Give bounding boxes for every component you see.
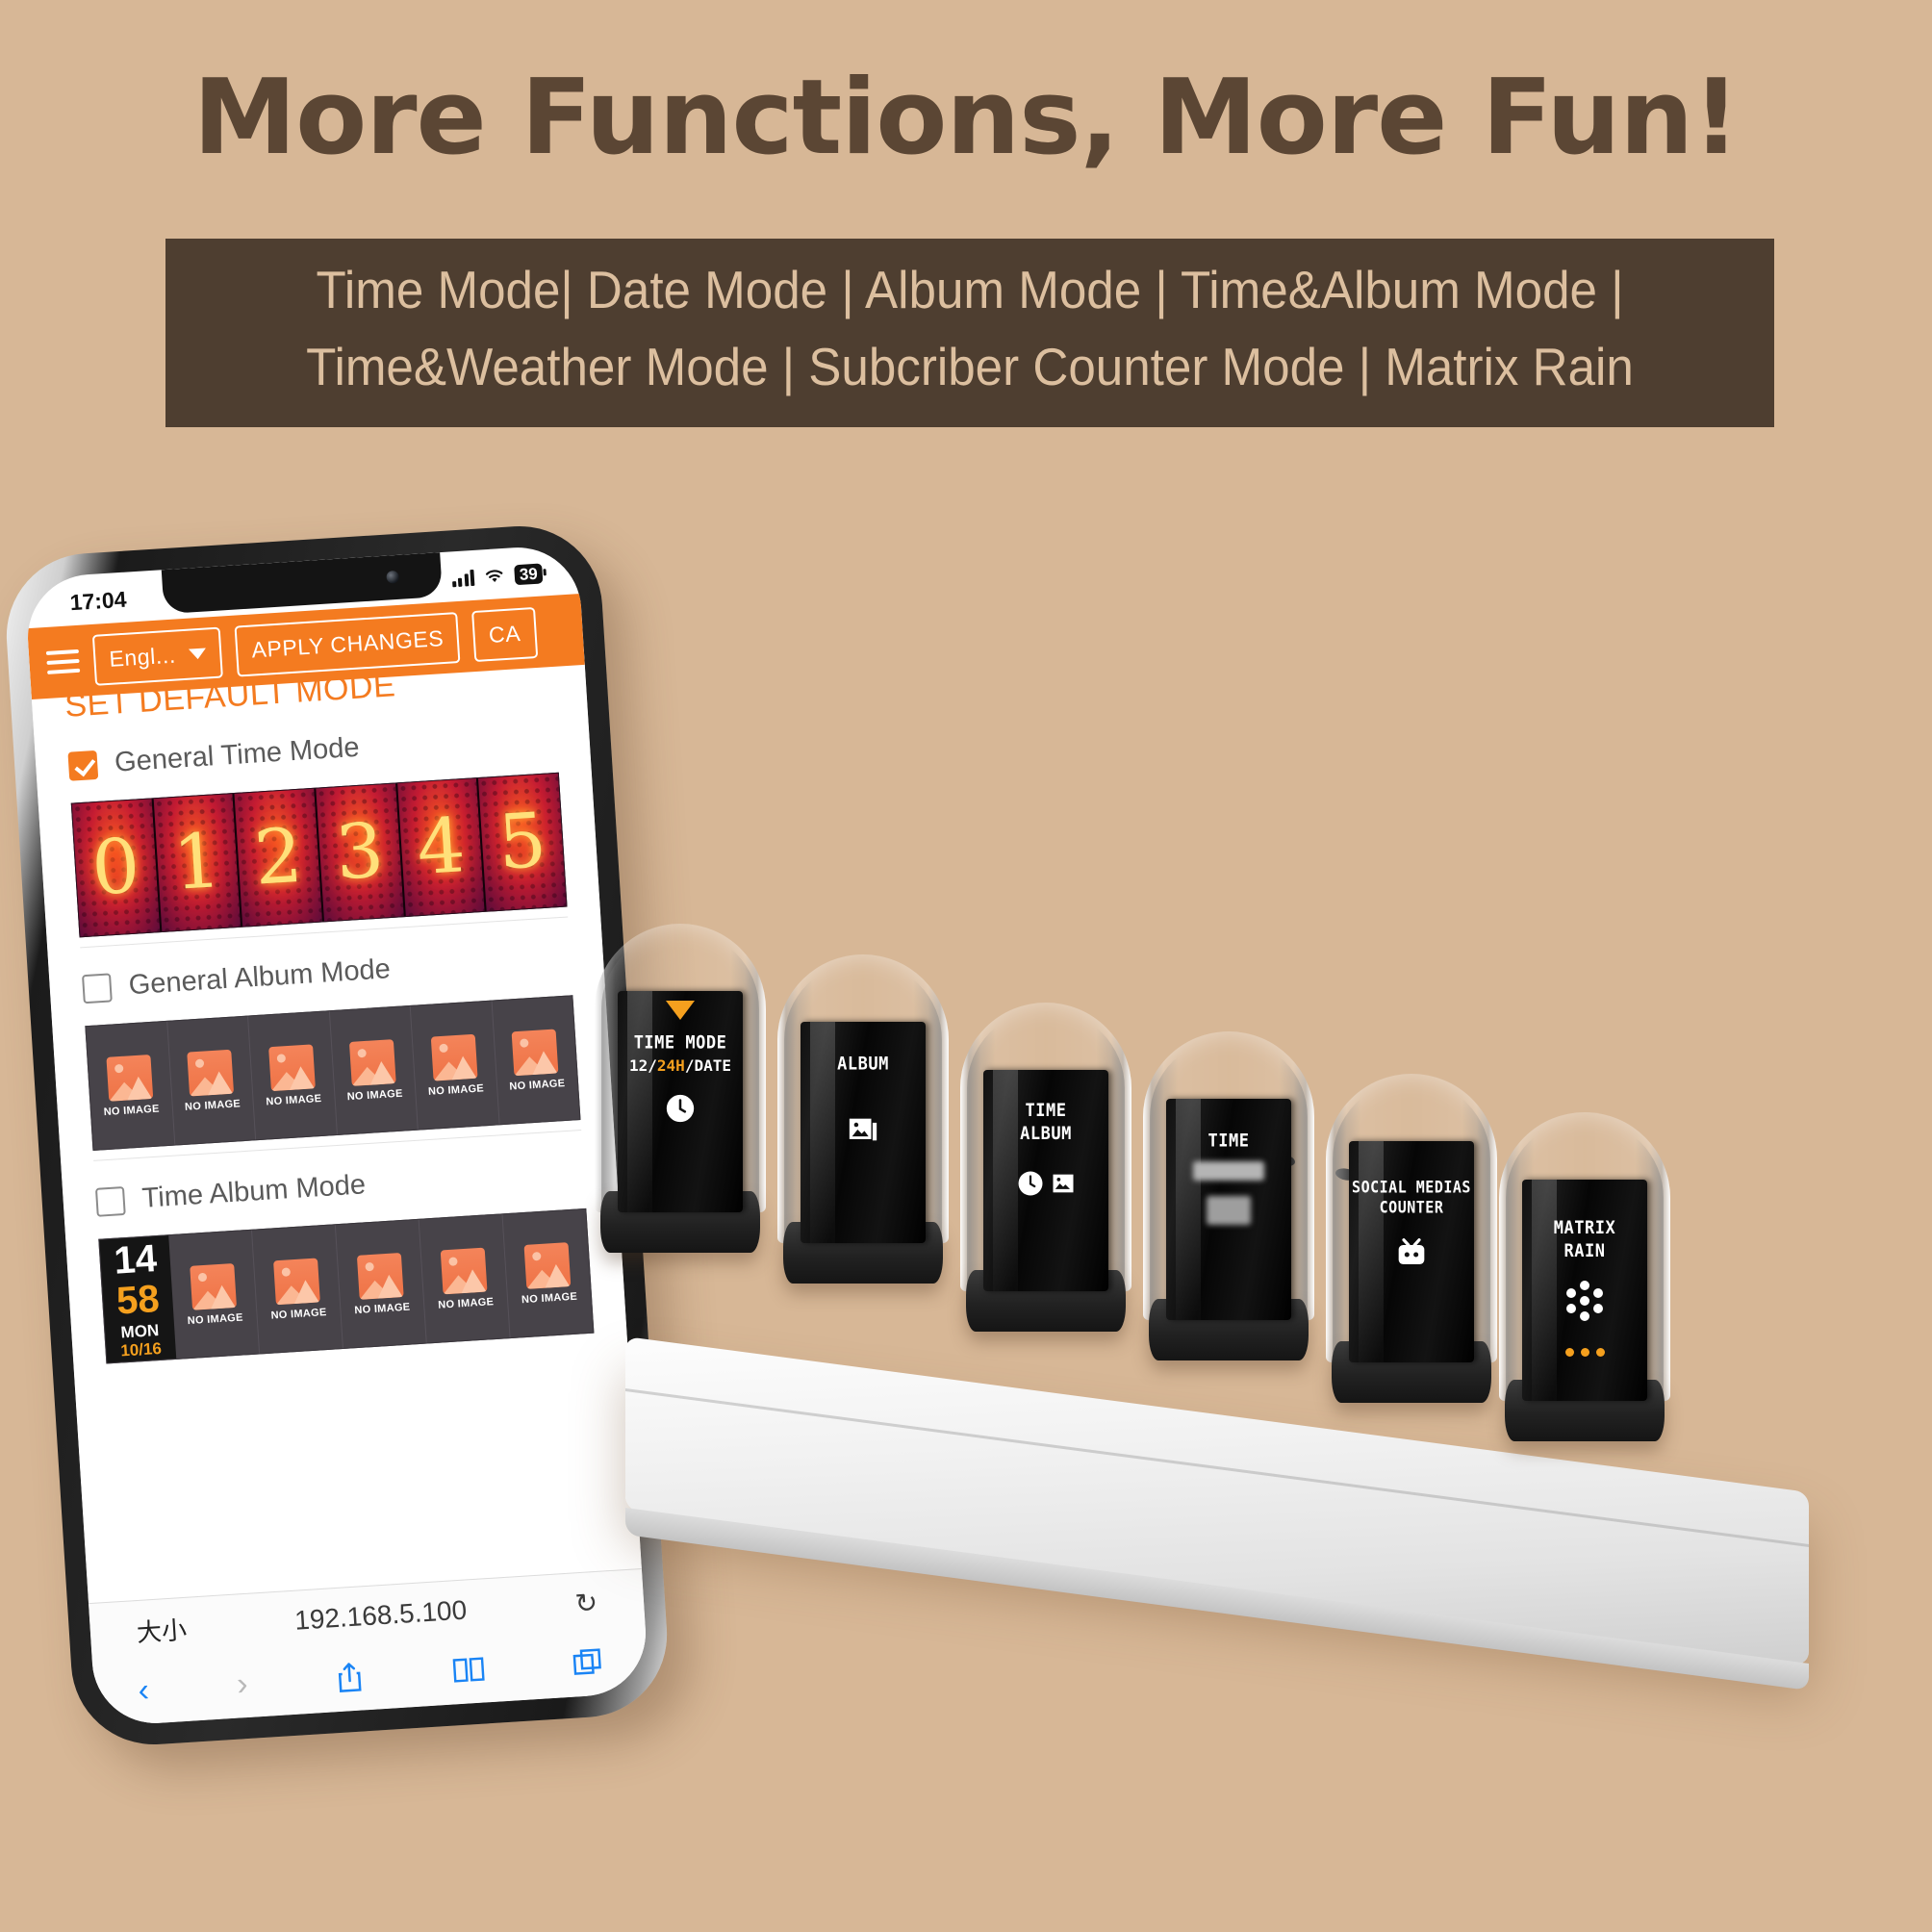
checkbox-general-album-mode[interactable] <box>81 972 113 1004</box>
status-time: 17:04 <box>68 586 128 615</box>
tube-title: TIME ALBUM <box>1020 1100 1072 1145</box>
tube-title: MATRIX RAIN <box>1553 1217 1616 1262</box>
tube-title: TIME <box>1208 1130 1250 1153</box>
clock-date: 10/16 <box>119 1338 163 1360</box>
nixie-digit: 5 <box>478 773 567 911</box>
no-image-label: NO IMAGE <box>184 1097 242 1113</box>
no-image-label: NO IMAGE <box>509 1077 566 1093</box>
nixie-digit: 3 <box>316 783 406 922</box>
phone-screen: 17:04 39 Engl... APPLY CHANGES CA SET DE <box>24 544 649 1727</box>
clock-hours: 14 <box>113 1237 159 1283</box>
no-image-label: NO IMAGE <box>270 1306 327 1322</box>
nixie-digit-value: 1 <box>170 818 224 908</box>
triangle-down-icon <box>666 1001 695 1020</box>
photo-placeholder-icon <box>106 1054 153 1102</box>
nixie-digit-value: 3 <box>333 807 387 898</box>
chevron-right-icon[interactable]: › <box>236 1665 249 1703</box>
language-value: Engl... <box>108 642 177 672</box>
photo-placeholder-icon <box>267 1043 316 1091</box>
photo-placeholder-icon <box>430 1033 478 1081</box>
tube-display: SOCIAL MEDIAS COUNTER <box>1349 1141 1474 1362</box>
mode-list-line-1: Time Mode| Date Mode | Album Mode | Time… <box>316 260 1624 319</box>
no-image-label: NO IMAGE <box>187 1310 244 1327</box>
no-image-label: NO IMAGE <box>427 1081 485 1098</box>
nixie-digit-value: 5 <box>496 797 549 887</box>
tube-display: TIME ALBUM <box>983 1070 1108 1291</box>
cancel-button[interactable]: CA <box>471 606 538 662</box>
tube-display: TIME MODE 12/24H/DATE <box>618 991 743 1212</box>
nixie-digit: 4 <box>396 778 488 917</box>
photo-placeholder-icon <box>349 1038 396 1086</box>
album-cell[interactable]: NO IMAGE <box>492 996 579 1124</box>
clock-minutes: 58 <box>114 1277 161 1323</box>
clock-weekday: MON <box>119 1321 160 1342</box>
checkbox-time-album-mode[interactable] <box>94 1185 126 1217</box>
nixie-clock-device: TIME MODE 12/24H/DATE ALBUM TIME ALBUM <box>577 924 1924 1713</box>
nixie-digit-preview: 0 1 2 3 4 5 <box>70 772 568 938</box>
status-icons: 39 <box>451 562 544 589</box>
tube-title: TIME MODE <box>633 1031 727 1055</box>
album-cell[interactable]: NO IMAGE <box>252 1225 343 1354</box>
tube-title: ALBUM <box>837 1053 889 1076</box>
nixie-digit: 2 <box>234 788 325 927</box>
no-image-label: NO IMAGE <box>521 1290 578 1306</box>
checkbox-general-time-mode[interactable] <box>67 750 99 781</box>
hamburger-menu-icon[interactable] <box>45 648 81 674</box>
battery-badge: 39 <box>514 562 544 585</box>
photo-placeholder-icon <box>187 1049 235 1097</box>
album-cell[interactable]: NO IMAGE <box>419 1214 511 1343</box>
chevron-left-icon[interactable]: ‹ <box>137 1671 150 1710</box>
language-dropdown[interactable]: Engl... <box>91 626 224 686</box>
album-cell[interactable]: NO IMAGE <box>86 1021 175 1150</box>
front-camera-icon <box>386 570 400 584</box>
nixie-digit-value: 0 <box>89 823 143 913</box>
album-cell[interactable]: NO IMAGE <box>248 1011 338 1140</box>
page-title: More Functions, More Fun! <box>192 58 1741 178</box>
no-image-label: NO IMAGE <box>354 1301 411 1316</box>
photo-placeholder-icon <box>356 1252 404 1300</box>
photo-placeholder-icon <box>523 1241 572 1289</box>
tube-display: MATRIX RAIN <box>1522 1180 1647 1401</box>
photo-placeholder-icon <box>273 1258 320 1305</box>
no-image-label: NO IMAGE <box>103 1103 161 1118</box>
signal-bars-icon <box>451 569 475 587</box>
mode-label: General Time Mode <box>114 731 361 778</box>
photo-placeholder-icon <box>190 1262 237 1310</box>
settings-page: SET DEFAULT MODE General Time Mode 0 1 2… <box>30 648 642 1605</box>
nixie-digit: 0 <box>71 799 163 937</box>
mode-label: Time Album Mode <box>140 1169 367 1214</box>
mode-label: General Album Mode <box>127 953 392 1002</box>
tube-title: SOCIAL MEDIAS COUNTER <box>1352 1177 1471 1217</box>
nixie-digit: 1 <box>153 793 243 932</box>
font-size-button[interactable]: 大小 <box>136 1610 188 1648</box>
mode-list-band: Time Mode| Date Mode | Album Mode | Time… <box>165 239 1774 427</box>
clock-widget: 14 58 MON 10/16 <box>99 1235 177 1363</box>
mode-list-line-2: Time&Weather Mode | Subcriber Counter Mo… <box>306 336 1634 396</box>
album-cell[interactable]: NO IMAGE <box>410 1001 500 1130</box>
nixie-digit-value: 4 <box>414 802 469 893</box>
tube-display: TIME <box>1166 1099 1291 1320</box>
no-image-label: NO IMAGE <box>346 1087 404 1103</box>
album-cell[interactable]: NO IMAGE <box>166 1016 257 1145</box>
no-image-label: NO IMAGE <box>266 1092 322 1108</box>
album-cell[interactable]: NO IMAGE <box>329 1005 419 1134</box>
apply-changes-button[interactable]: APPLY CHANGES <box>234 611 461 677</box>
no-image-label: NO IMAGE <box>437 1295 495 1311</box>
wifi-icon <box>486 570 503 582</box>
phone-mockup: 17:04 39 Engl... APPLY CHANGES CA SET DE <box>1 521 673 1750</box>
book-icon[interactable] <box>451 1655 486 1684</box>
album-cell[interactable]: NO IMAGE <box>168 1230 261 1359</box>
nixie-digit-value: 2 <box>251 812 306 902</box>
time-album-preview: 14 58 MON 10/16 NO IMAGE NO IMAGE NO IMA… <box>98 1208 595 1364</box>
tube-display: ALBUM <box>801 1022 926 1243</box>
address-bar[interactable]: 192.168.5.100 <box>186 1588 576 1642</box>
share-icon[interactable] <box>335 1660 366 1694</box>
album-preview: NO IMAGE NO IMAGE NO IMAGE NO IMAGE NO I… <box>85 995 581 1151</box>
chevron-down-icon <box>189 648 207 660</box>
photo-placeholder-icon <box>511 1028 559 1076</box>
photo-placeholder-icon <box>440 1247 488 1294</box>
album-cell[interactable]: NO IMAGE <box>335 1219 427 1349</box>
